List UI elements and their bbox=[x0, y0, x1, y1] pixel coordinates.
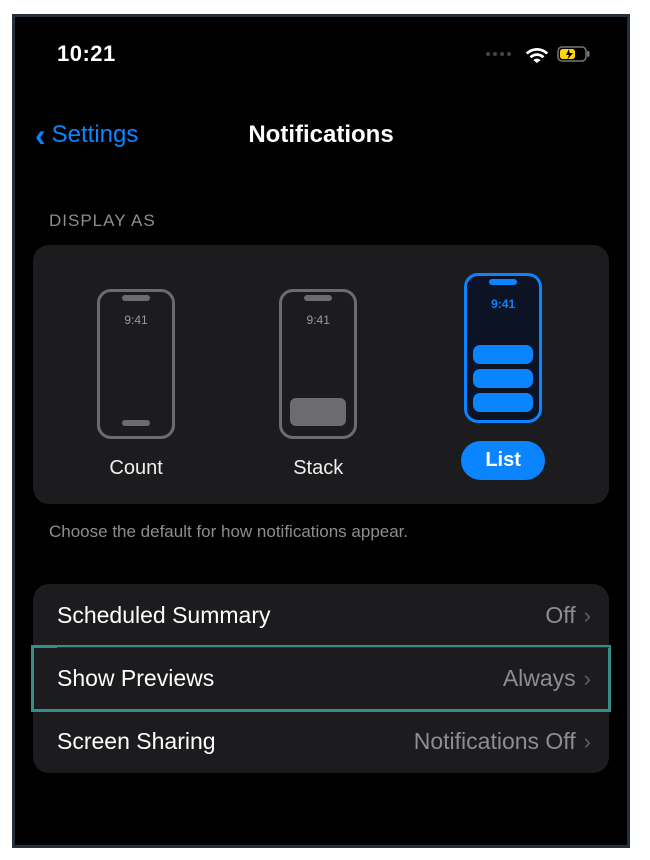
back-label: Settings bbox=[52, 121, 139, 149]
cell-label: Scheduled Summary bbox=[57, 602, 271, 629]
wifi-icon bbox=[525, 45, 549, 63]
option-label-list: List bbox=[461, 441, 545, 480]
cell-label: Screen Sharing bbox=[57, 728, 216, 755]
phone-notch-icon bbox=[122, 295, 150, 301]
count-indicator-icon bbox=[122, 420, 150, 426]
option-label-stack: Stack bbox=[293, 457, 343, 480]
cell-label: Show Previews bbox=[57, 665, 214, 692]
display-option-count[interactable]: 9:41 Count bbox=[97, 289, 175, 480]
phone-time: 9:41 bbox=[491, 297, 515, 311]
back-button[interactable]: ‹ Settings bbox=[35, 119, 138, 151]
status-time: 10:21 bbox=[57, 41, 116, 67]
ios-settings-screen: 10:21 ‹ Settings Notifications DISPLAY A… bbox=[12, 14, 630, 848]
cell-screen-sharing[interactable]: Screen Sharing Notifications Off › bbox=[33, 710, 609, 773]
cell-value: Notifications Off bbox=[414, 728, 576, 755]
chevron-right-icon: › bbox=[584, 666, 591, 692]
phone-notch-icon bbox=[304, 295, 332, 301]
section-header-display-as: DISPLAY AS bbox=[15, 185, 627, 245]
chevron-left-icon: ‹ bbox=[35, 119, 46, 151]
phone-preview-count: 9:41 bbox=[97, 289, 175, 439]
phone-notch-icon bbox=[489, 279, 517, 285]
list-indicator-icon bbox=[473, 345, 533, 412]
phone-preview-list: 9:41 bbox=[464, 273, 542, 423]
option-label-count: Count bbox=[109, 457, 162, 480]
status-bar: 10:21 bbox=[15, 17, 627, 79]
page-dots-icon bbox=[486, 52, 511, 56]
status-indicators bbox=[486, 45, 591, 63]
display-as-card: 9:41 Count 9:41 Stack 9:41 List bbox=[33, 245, 609, 504]
phone-time: 9:41 bbox=[307, 313, 330, 327]
cell-scheduled-summary[interactable]: Scheduled Summary Off › bbox=[33, 584, 609, 647]
display-option-stack[interactable]: 9:41 Stack bbox=[279, 289, 357, 480]
notification-settings-group: Scheduled Summary Off › Show Previews Al… bbox=[33, 584, 609, 773]
phone-preview-stack: 9:41 bbox=[279, 289, 357, 439]
page-title: Notifications bbox=[248, 121, 393, 149]
cell-value: Off bbox=[545, 602, 575, 629]
battery-charging-icon bbox=[557, 45, 591, 63]
chevron-right-icon: › bbox=[584, 729, 591, 755]
phone-time: 9:41 bbox=[124, 313, 147, 327]
display-option-list[interactable]: 9:41 List bbox=[461, 273, 545, 480]
cell-value: Always bbox=[503, 665, 576, 692]
nav-header: ‹ Settings Notifications bbox=[15, 79, 627, 185]
chevron-right-icon: › bbox=[584, 603, 591, 629]
section-footer-display-as: Choose the default for how notifications… bbox=[15, 504, 627, 550]
cell-show-previews[interactable]: Show Previews Always › bbox=[33, 647, 609, 710]
stack-indicator-icon bbox=[290, 398, 346, 426]
